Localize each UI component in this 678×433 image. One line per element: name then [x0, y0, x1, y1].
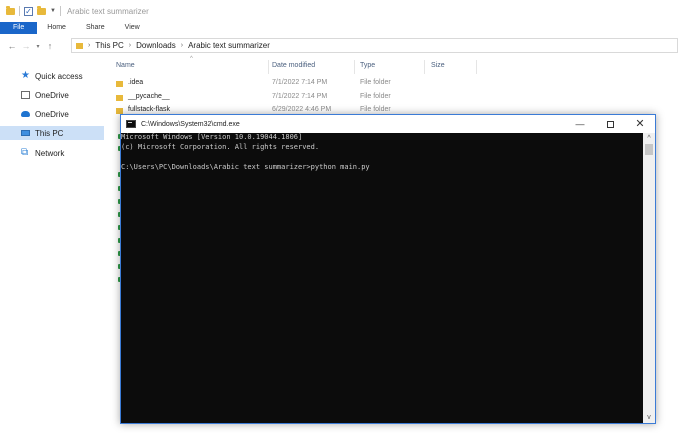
breadcrumb-this-pc[interactable]: This PC: [95, 41, 123, 50]
breadcrumb-downloads[interactable]: Downloads: [136, 41, 176, 50]
console-line: Microsoft Windows [Version 10.0.19044.18…: [121, 133, 303, 141]
table-row[interactable]: .idea 7/1/2022 7:14 PM File folder: [116, 78, 678, 90]
file-name: fullstack-flask: [128, 106, 171, 113]
file-name: .idea: [128, 79, 144, 86]
sidebar-item-network[interactable]: ⧉ Network: [0, 146, 104, 160]
star-icon: ★: [21, 70, 30, 81]
maximize-icon: [606, 121, 614, 129]
file-type: File folder: [360, 106, 391, 113]
properties-check-icon[interactable]: ✓: [24, 6, 33, 16]
forward-arrow-icon[interactable]: →: [19, 41, 33, 51]
maximize-button[interactable]: [595, 115, 625, 133]
minimize-button[interactable]: —: [565, 115, 595, 133]
breadcrumb-chevron-icon[interactable]: ›: [129, 42, 131, 49]
ribbon-tabs: File Home Share View: [0, 22, 150, 34]
folder-icon: [76, 42, 83, 49]
file-type: File folder: [360, 79, 391, 86]
folder-icon: [116, 81, 123, 87]
file-date: 7/1/2022 7:14 PM: [272, 79, 328, 86]
back-arrow-icon[interactable]: ←: [5, 41, 19, 51]
breadcrumb-chevron-icon[interactable]: ›: [181, 42, 183, 49]
computer-icon: [21, 130, 30, 136]
console-output[interactable]: Microsoft Windows [Version 10.0.19044.18…: [121, 133, 643, 423]
console-line: C:\Users\PC\Downloads\Arabic text summar…: [121, 163, 370, 171]
scrollbar-thumb[interactable]: [645, 144, 653, 155]
customize-toolbar-chevron-icon[interactable]: ▼: [50, 8, 56, 14]
sidebar-item-label: OneDrive: [35, 90, 69, 100]
vertical-scrollbar[interactable]: ^ v: [643, 133, 655, 423]
breadcrumb-current-folder[interactable]: Arabic text summarizer: [188, 41, 270, 50]
tab-share[interactable]: Share: [76, 22, 115, 34]
column-header-name[interactable]: Name: [116, 62, 135, 72]
sidebar-item-onedrive-personal[interactable]: OneDrive: [0, 88, 104, 102]
tab-file[interactable]: File: [0, 22, 38, 34]
folder-icon: [6, 5, 15, 15]
sidebar-item-label: This PC: [35, 128, 64, 138]
address-row: ← → ▾ ↑ › This PC › Downloads › Arabic t…: [0, 38, 678, 54]
divider: [19, 6, 20, 16]
breadcrumb-chevron-icon[interactable]: ›: [88, 42, 90, 49]
up-arrow-icon[interactable]: ↑: [43, 41, 57, 51]
column-divider[interactable]: [268, 60, 269, 74]
scroll-up-arrow-icon[interactable]: ^: [643, 135, 655, 142]
recent-locations-chevron-icon[interactable]: ▾: [33, 43, 43, 50]
terminal-icon: [126, 120, 136, 128]
cmd-window[interactable]: C:\Windows\System32\cmd.exe — ✕ Microsof…: [120, 114, 656, 424]
tab-view[interactable]: View: [115, 22, 150, 34]
sidebar-item-this-pc[interactable]: This PC: [0, 126, 104, 140]
column-header-size[interactable]: Size: [431, 62, 445, 72]
navigation-pane: ★ Quick access OneDrive OneDrive This PC…: [0, 62, 104, 433]
folder-icon: [116, 95, 123, 101]
sidebar-item-quick-access[interactable]: ★ Quick access: [0, 69, 104, 83]
file-date: 6/29/2022 4:46 PM: [272, 106, 332, 113]
column-divider[interactable]: [424, 60, 425, 74]
sidebar-item-label: OneDrive: [35, 109, 69, 119]
sidebar-item-label: Quick access: [35, 71, 83, 81]
sidebar-item-onedrive[interactable]: OneDrive: [0, 107, 104, 121]
cmd-titlebar[interactable]: C:\Windows\System32\cmd.exe — ✕: [121, 115, 655, 133]
sidebar-item-label: Network: [35, 148, 65, 158]
cloud-icon: [21, 111, 30, 117]
window-title: Arabic text summarizer: [66, 6, 149, 16]
onedrive-icon: [21, 91, 30, 99]
cmd-window-title: C:\Windows\System32\cmd.exe: [141, 120, 240, 128]
scroll-down-arrow-icon[interactable]: v: [643, 414, 655, 421]
divider: [59, 6, 61, 16]
table-row[interactable]: __pycache__ 7/1/2022 7:14 PM File folder: [116, 92, 678, 104]
close-button[interactable]: ✕: [625, 115, 655, 133]
address-bar[interactable]: › This PC › Downloads › Arabic text summ…: [71, 38, 678, 53]
explorer-titlebar: ✓ ▼ Arabic text summarizer: [0, 0, 678, 22]
file-name: __pycache__: [128, 93, 170, 100]
column-header-type[interactable]: Type: [360, 62, 375, 72]
network-icon: ⧉: [21, 147, 29, 158]
column-divider[interactable]: [476, 60, 477, 74]
column-header-date-modified[interactable]: Date modified: [272, 62, 315, 72]
file-date: 7/1/2022 7:14 PM: [272, 93, 328, 100]
tab-home[interactable]: Home: [37, 22, 76, 34]
file-type: File folder: [360, 93, 391, 100]
sort-caret-icon: ^: [190, 56, 193, 62]
console-line: (c) Microsoft Corporation. All rights re…: [121, 143, 320, 151]
new-folder-icon[interactable]: [37, 5, 46, 15]
column-divider[interactable]: [354, 60, 355, 74]
